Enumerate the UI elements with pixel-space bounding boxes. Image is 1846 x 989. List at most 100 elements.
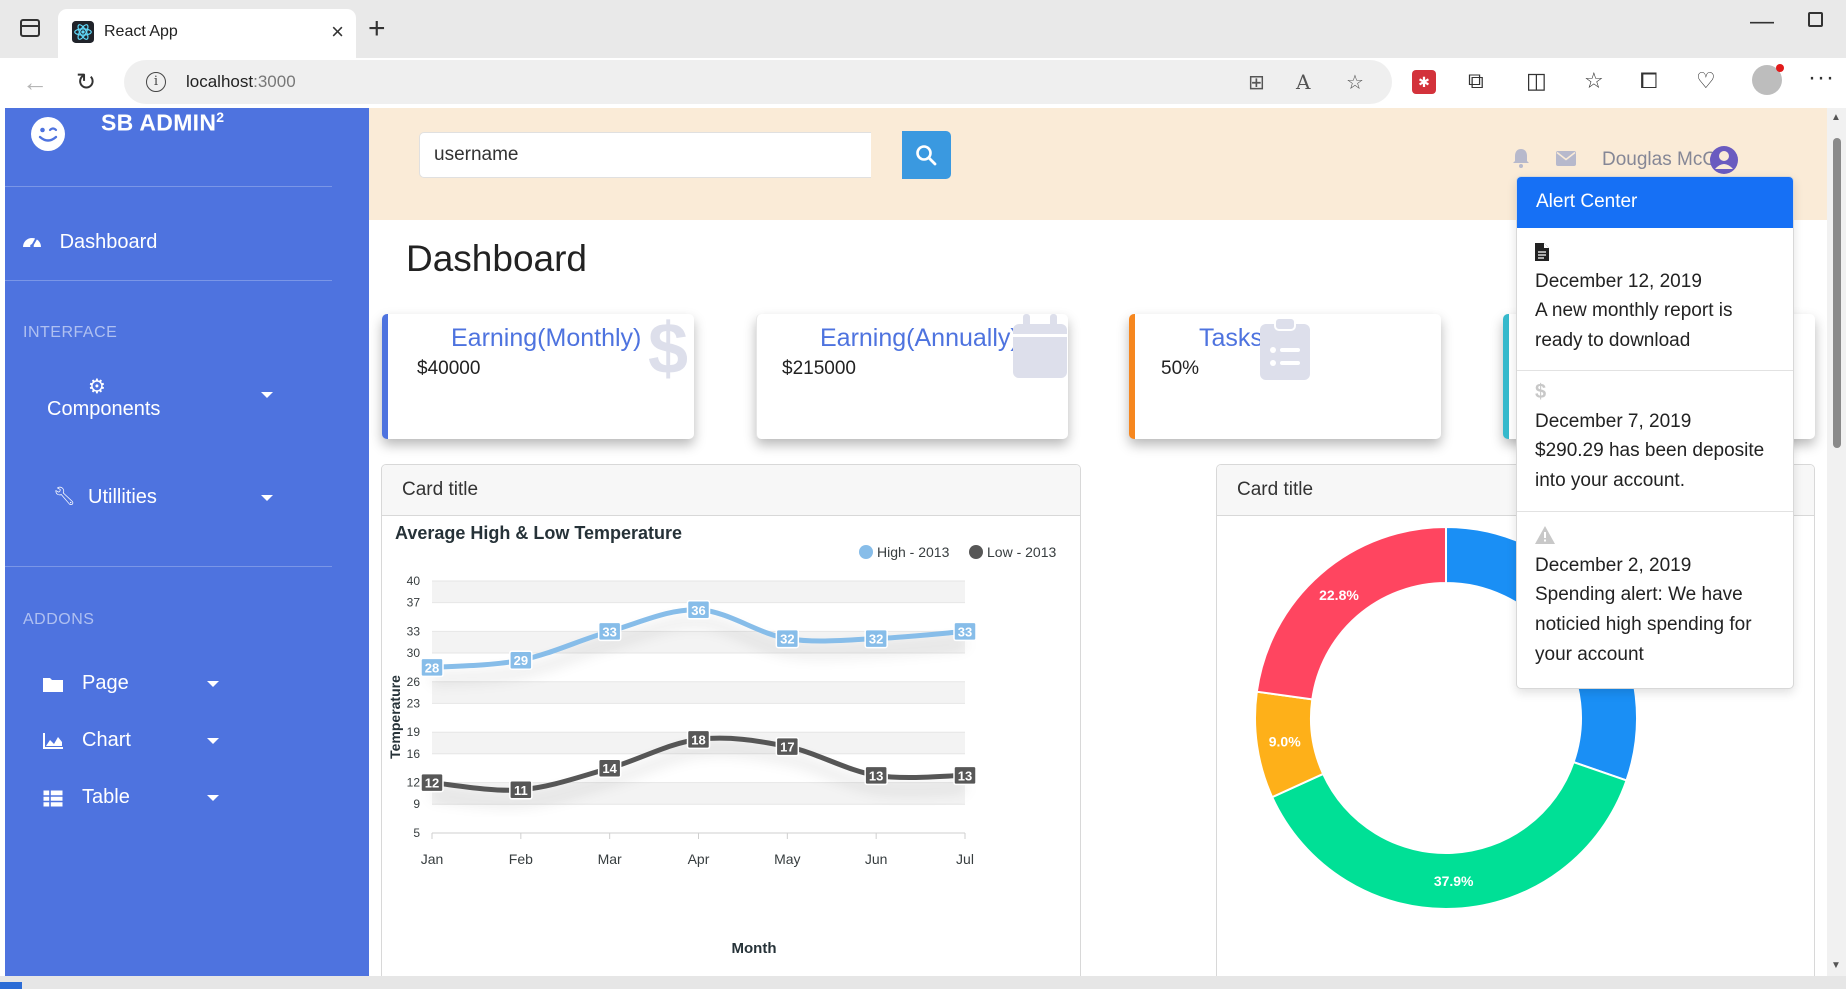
x-tick-label: May xyxy=(774,851,800,867)
back-arrow-icon[interactable]: ← xyxy=(22,67,48,98)
sidebar-item-components[interactable]: ⚙ Components xyxy=(47,374,277,424)
data-label: 14 xyxy=(602,761,617,776)
site-info-icon[interactable]: i xyxy=(146,72,166,92)
x-tick-label: Feb xyxy=(509,851,533,867)
chart-title: Average High & Low Temperature xyxy=(395,523,682,543)
search-input[interactable] xyxy=(419,132,871,178)
read-aloud-icon[interactable]: A xyxy=(1296,70,1310,94)
area-chart-icon xyxy=(43,733,63,749)
address-bar[interactable]: i localhost:3000 ⊞ A ☆ xyxy=(124,60,1392,104)
taskbar-strip xyxy=(0,982,22,989)
sidebar-item-dashboard[interactable]: Dashboard xyxy=(22,231,157,254)
data-label: 33 xyxy=(958,624,972,639)
browser-toolbar: ← ↻ i localhost:3000 ⊞ A ☆ ✱ ⧉ ◫ ☆ ⧠ ♡ ·… xyxy=(0,58,1846,108)
stat-card-tasks[interactable]: Tasks 50% xyxy=(1129,314,1441,439)
sidebar: SB ADMIN2 Dashboard INTERFACE ⚙ Componen… xyxy=(5,108,369,976)
y-axis-label: Temperature xyxy=(387,675,403,759)
legend-label[interactable]: High - 2013 xyxy=(877,544,950,560)
data-label: 17 xyxy=(780,740,794,755)
alert-center-title: Alert Center xyxy=(1517,177,1793,228)
dollar-icon: $ xyxy=(648,309,689,389)
sidebar-item-label: Chart xyxy=(82,729,131,751)
donut-slice[interactable] xyxy=(1255,525,1447,701)
new-tab-icon[interactable]: + xyxy=(368,12,386,46)
maximize-window-icon[interactable] xyxy=(1808,12,1823,27)
sidebar-item-label: Page xyxy=(82,672,129,694)
dollar-icon: $ xyxy=(1535,381,1547,403)
y-tick-label: 12 xyxy=(407,776,421,790)
folder-icon xyxy=(43,678,63,692)
brand-title[interactable]: SB ADMIN2 xyxy=(101,109,224,137)
minimize-window-icon[interactable]: — xyxy=(1750,8,1774,36)
alert-item[interactable]: December 2, 2019 Spending alert: We have… xyxy=(1517,512,1793,688)
data-label: 29 xyxy=(514,653,528,668)
bell-icon[interactable] xyxy=(1512,148,1530,168)
close-tab-icon[interactable]: × xyxy=(331,19,344,45)
clipboard-list-icon xyxy=(1260,318,1310,380)
profile-avatar[interactable] xyxy=(1752,64,1784,95)
reload-icon[interactable]: ↻ xyxy=(76,68,96,97)
slice-label: 37.9% xyxy=(1434,873,1474,889)
sidebar-divider xyxy=(5,566,332,567)
scroll-down-arrow-icon[interactable]: ▼ xyxy=(1831,960,1841,971)
search-button[interactable] xyxy=(902,131,951,179)
more-menu-icon[interactable]: ··· xyxy=(1808,64,1835,92)
react-logo-icon xyxy=(72,21,94,43)
alert-item[interactable]: December 12, 2019 A new monthly report i… xyxy=(1517,229,1793,370)
wrench-icon: 🔧︎ xyxy=(53,486,76,506)
alert-text: $290.29 has been deposite into your acco… xyxy=(1535,440,1765,491)
sidebar-heading-addons: ADDONS xyxy=(23,611,95,628)
page-scrollbar[interactable]: ▲ ▼ xyxy=(1827,108,1846,976)
user-avatar-icon[interactable] xyxy=(1709,145,1739,175)
stat-title: Earning(Annually) xyxy=(820,324,1019,352)
window-bottom-bar xyxy=(0,976,1846,989)
collections-icon[interactable]: ⧠ xyxy=(1640,68,1658,94)
caret-down-icon xyxy=(261,495,273,501)
tab-title: React App xyxy=(104,23,178,40)
browser-tab-active[interactable]: React App × xyxy=(58,9,356,58)
envelope-icon[interactable] xyxy=(1556,151,1576,166)
split-screen-icon[interactable]: ◫ xyxy=(1526,68,1547,94)
stat-card-earning-monthly[interactable]: Earning(Monthly) $40000 $ xyxy=(382,309,694,439)
tab-actions-icon[interactable] xyxy=(20,19,40,37)
data-label: 11 xyxy=(514,783,528,798)
file-icon xyxy=(1535,243,1549,261)
x-tick-label: Jul xyxy=(956,851,974,867)
legend-marker[interactable] xyxy=(969,545,983,559)
stat-value: 50% xyxy=(1161,358,1200,379)
y-tick-label: 37 xyxy=(407,596,421,610)
url-text[interactable]: localhost:3000 xyxy=(186,72,296,92)
page-title: Dashboard xyxy=(406,238,588,279)
y-tick-label: 9 xyxy=(413,797,420,811)
stat-card-earning-annually[interactable]: Earning(Annually) $215000 xyxy=(756,314,1068,439)
x-tick-label: Apr xyxy=(688,851,710,867)
sidebar-item-label: Components xyxy=(47,398,161,420)
browser-essentials-icon[interactable]: ♡ xyxy=(1696,68,1716,94)
calendar-icon xyxy=(1013,314,1067,378)
data-label: 32 xyxy=(780,632,794,647)
stat-title: Tasks xyxy=(1199,324,1263,352)
favorite-star-icon[interactable]: ☆ xyxy=(1346,70,1364,95)
legend-marker[interactable] xyxy=(859,545,873,559)
alert-item[interactable]: $ December 7, 2019 $290.29 has been depo… xyxy=(1517,371,1793,511)
grid-band xyxy=(432,681,965,704)
alert-text: Spending alert: We have noticied high sp… xyxy=(1535,584,1752,665)
caret-down-icon xyxy=(261,392,273,398)
extensions-puzzle-icon[interactable]: ⧉ xyxy=(1468,68,1484,94)
extension-icon[interactable]: ✱ xyxy=(1412,70,1436,94)
sidebar-divider xyxy=(5,280,332,281)
data-label: 18 xyxy=(691,732,705,747)
y-tick-label: 40 xyxy=(407,574,421,588)
scroll-up-arrow-icon[interactable]: ▲ xyxy=(1831,112,1841,123)
y-tick-label: 26 xyxy=(407,675,421,689)
slice-label: 9.0% xyxy=(1269,733,1301,749)
card-title: Card title xyxy=(382,465,1080,516)
data-label: 36 xyxy=(691,603,705,618)
sidebar-heading-interface: INTERFACE xyxy=(23,324,118,341)
slice-label: 22.8% xyxy=(1319,587,1359,603)
alert-center-dropdown: Alert Center December 12, 2019 A new mon… xyxy=(1516,176,1794,689)
app-available-icon[interactable]: ⊞ xyxy=(1248,70,1265,95)
scrollbar-thumb[interactable] xyxy=(1833,138,1841,448)
favorites-icon[interactable]: ☆ xyxy=(1584,68,1604,94)
legend-label[interactable]: Low - 2013 xyxy=(987,544,1056,560)
